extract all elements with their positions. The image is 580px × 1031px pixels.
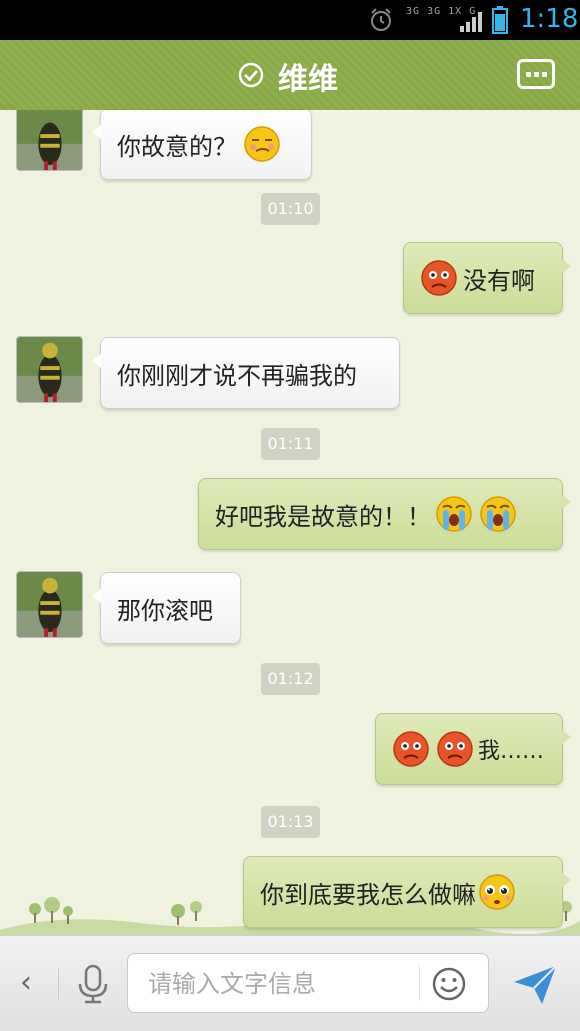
- pleading-emoji-icon: [478, 873, 516, 911]
- message-bubble-incoming[interactable]: 你故意的？: [92, 110, 312, 180]
- message-bubble-outgoing[interactable]: 你到底要我怎么做嘛: [243, 856, 571, 928]
- chevron-left-icon[interactable]: ‹: [20, 968, 32, 998]
- message-text: 你故意的？: [117, 132, 237, 161]
- timestamp: 01:10: [261, 193, 320, 225]
- message-text: 没有啊: [463, 266, 535, 295]
- contact-avatar[interactable]: [16, 336, 83, 403]
- timestamp: 01:13: [261, 806, 320, 838]
- emoji-picker-icon[interactable]: [431, 966, 467, 1002]
- network-label-1: 3G: [406, 6, 421, 17]
- message-text: 你到底要我怎么做嘛: [260, 880, 476, 909]
- chat-area[interactable]: 你故意的？ 01:10 没有啊 你刚刚才说不再骗我的 01:11 好吧我是故意的…: [0, 110, 580, 935]
- message-bubble-outgoing[interactable]: 没有啊: [403, 242, 571, 314]
- contact-avatar[interactable]: [16, 571, 83, 638]
- network-label-2: 3G: [427, 6, 442, 17]
- crying-emoji-icon: [435, 495, 473, 533]
- timestamp: 01:12: [261, 663, 320, 695]
- input-bar: ‹ 请输入文字信息: [0, 935, 580, 1031]
- dot-icon: [526, 72, 531, 77]
- dot-icon: [534, 72, 539, 77]
- angry-emoji-icon: [436, 730, 474, 768]
- message-text: 那你滚吧: [117, 596, 213, 625]
- battery-icon: [492, 6, 508, 34]
- status-bar: 3G 3G 1X G 1:18: [0, 0, 580, 40]
- message-bubble-incoming[interactable]: 你刚刚才说不再骗我的: [92, 337, 400, 409]
- divider: [58, 968, 59, 1000]
- message-text: 你刚刚才说不再骗我的: [117, 361, 357, 390]
- more-options-button[interactable]: [517, 59, 555, 89]
- alarm-icon: [371, 8, 391, 31]
- message-bubble-outgoing[interactable]: 我……: [375, 713, 571, 785]
- dot-icon: [542, 72, 547, 77]
- microphone-icon[interactable]: [76, 964, 110, 1004]
- send-icon[interactable]: [512, 964, 558, 1006]
- smirk-emoji-icon: [243, 125, 281, 163]
- angry-emoji-icon: [420, 259, 458, 297]
- message-bubble-outgoing[interactable]: 好吧我是故意的！！: [198, 478, 571, 550]
- contact-name: 维维: [278, 62, 338, 97]
- divider: [419, 965, 420, 1001]
- message-bubble-incoming[interactable]: 那你滚吧: [92, 572, 241, 644]
- message-text: 我……: [478, 739, 545, 764]
- message-text: 好吧我是故意的！！: [215, 502, 431, 531]
- timestamp: 01:11: [261, 428, 320, 460]
- check-circle-icon: [238, 62, 264, 88]
- crying-emoji-icon: [479, 495, 517, 533]
- angry-emoji-icon: [392, 730, 430, 768]
- signal-icon: [460, 12, 482, 32]
- chat-header: 维维: [0, 40, 580, 116]
- clock: 1:18: [520, 4, 579, 34]
- contact-avatar[interactable]: [16, 110, 83, 171]
